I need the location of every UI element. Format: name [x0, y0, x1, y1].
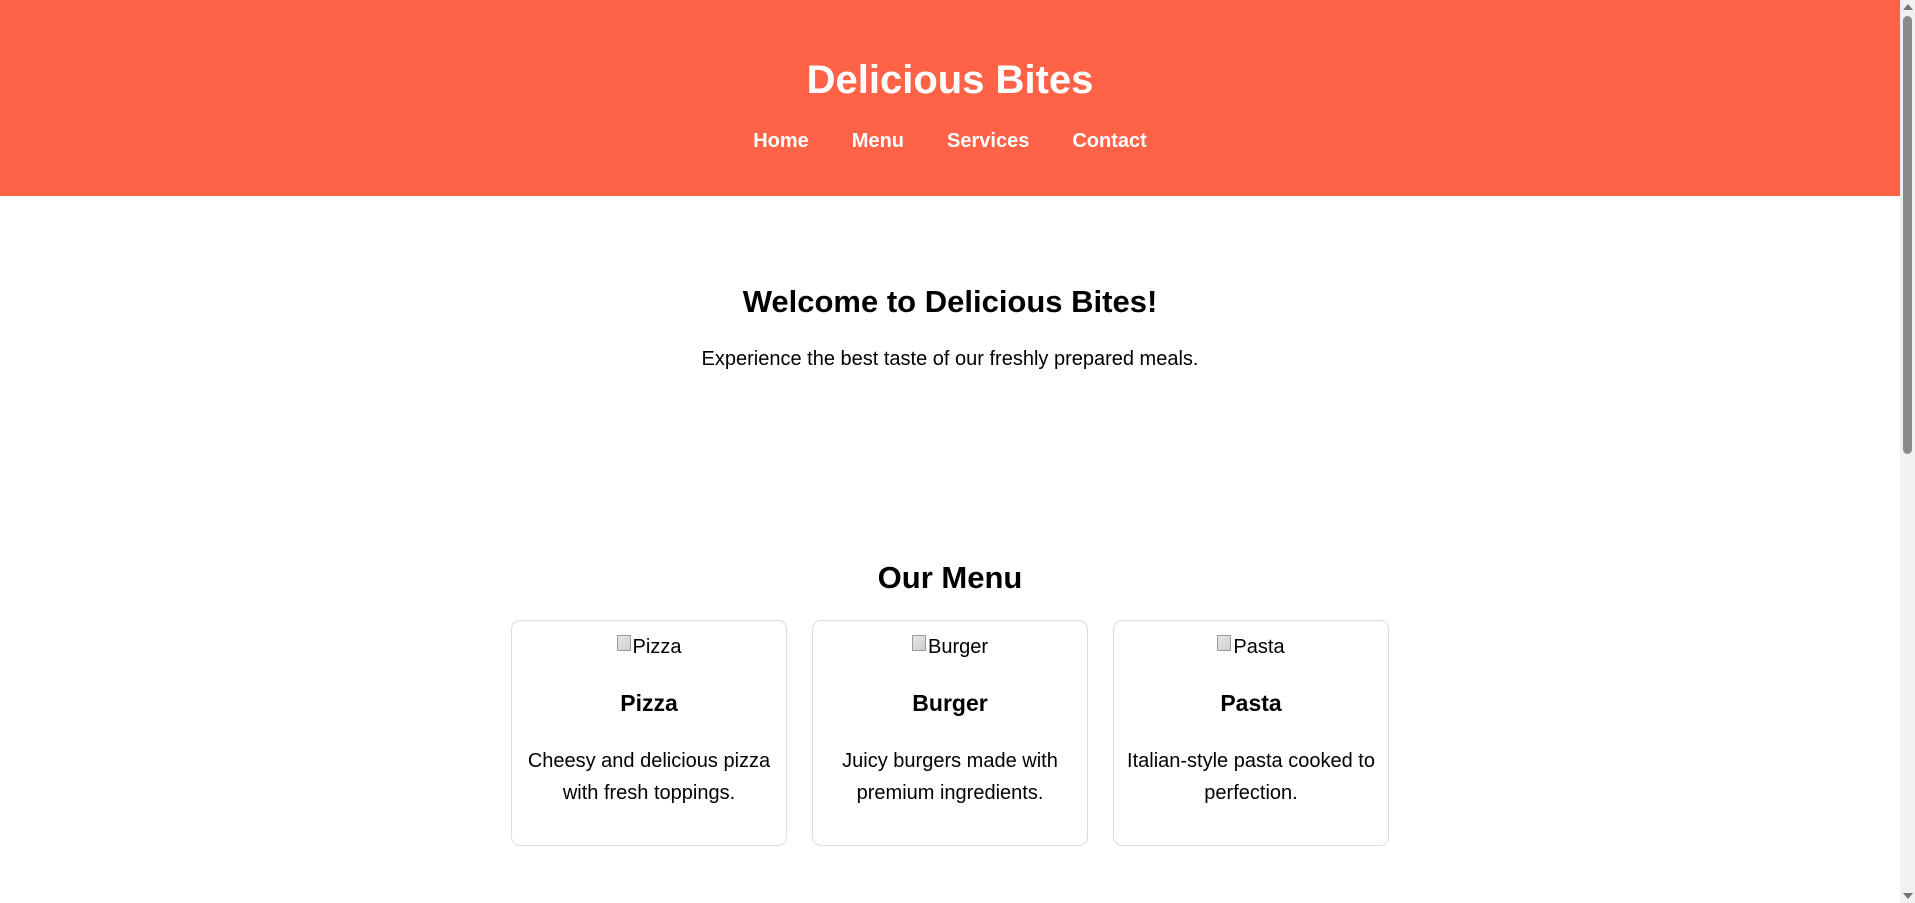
- scrollbar-thumb[interactable]: [1903, 16, 1912, 454]
- site-header: Delicious Bites Home Menu Services Conta…: [0, 0, 1900, 196]
- menu-card-pasta: Pasta Pasta Italian-style pasta cooked t…: [1113, 620, 1389, 846]
- page: Delicious Bites Home Menu Services Conta…: [0, 0, 1900, 903]
- nav-menu-link[interactable]: Menu: [852, 130, 904, 153]
- broken-image-icon: [911, 635, 926, 651]
- pasta-image: Pasta: [1217, 633, 1285, 661]
- broken-image-icon: [616, 635, 631, 651]
- scroll-up-arrow-icon[interactable]: [1903, 4, 1913, 10]
- pizza-image-alt: Pizza: [632, 636, 682, 658]
- menu-item-name: Pasta: [1220, 690, 1282, 716]
- menu-card-pizza: Pizza Pizza Cheesy and delicious pizza w…: [511, 620, 787, 846]
- menu-item-description: Italian-style pasta cooked to perfection…: [1127, 750, 1375, 804]
- burger-image: Burger: [911, 633, 989, 661]
- menu-cards: Pizza Pizza Cheesy and delicious pizza w…: [0, 620, 1900, 846]
- pizza-image: Pizza: [616, 633, 682, 661]
- nav-home-link[interactable]: Home: [753, 130, 809, 153]
- hero-section: Welcome to Delicious Bites! Experience t…: [0, 196, 1900, 566]
- menu-item-name: Burger: [912, 690, 988, 716]
- pasta-image-alt: Pasta: [1233, 636, 1285, 658]
- menu-heading: Our Menu: [877, 560, 1023, 595]
- hero-text: Experience the best taste of our freshly…: [701, 348, 1199, 370]
- site-title: Delicious Bites: [806, 58, 1094, 102]
- menu-item-description: Cheesy and delicious pizza with fresh to…: [527, 750, 771, 804]
- hero-heading: Welcome to Delicious Bites!: [742, 284, 1158, 319]
- menu-item-description: Juicy burgers made with premium ingredie…: [842, 750, 1058, 804]
- menu-section: Our Menu Pizza Pizza Cheesy and deliciou…: [0, 560, 1900, 846]
- burger-image-alt: Burger: [927, 636, 989, 658]
- menu-card-burger: Burger Burger Juicy burgers made with pr…: [812, 620, 1088, 846]
- nav-contact-link[interactable]: Contact: [1072, 130, 1146, 153]
- main-nav: Home Menu Services Contact: [0, 130, 1900, 153]
- nav-services-link[interactable]: Services: [947, 130, 1029, 153]
- scroll-down-arrow-icon[interactable]: [1903, 893, 1913, 899]
- vertical-scrollbar[interactable]: [1900, 0, 1915, 903]
- menu-item-name: Pizza: [620, 690, 678, 716]
- broken-image-icon: [1217, 635, 1232, 651]
